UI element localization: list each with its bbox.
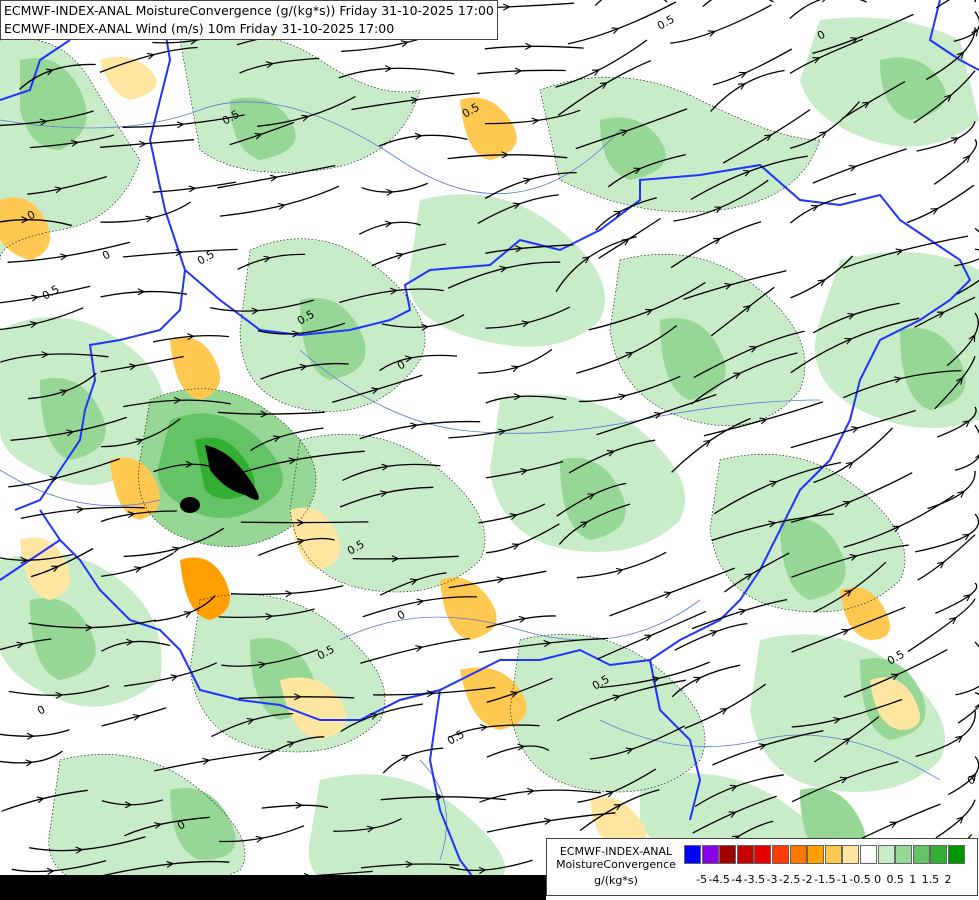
- legend-tick: 2: [944, 873, 952, 886]
- legend-swatch: [684, 845, 701, 864]
- legend-unit: g/(kg*s): [594, 874, 638, 887]
- title-line-moisture: ECMWF-INDEX-ANAL MoistureConvergence (g/…: [4, 3, 494, 18]
- legend-tick: 1.5: [921, 873, 940, 886]
- streamline: [240, 521, 369, 524]
- legend-tick: 0.5: [886, 873, 904, 886]
- legend-tick: -3: [766, 873, 778, 886]
- legend-swatch: [842, 845, 860, 864]
- legend-tick: 1: [909, 873, 917, 886]
- legend-label: ECMWF-INDEX-ANAL MoistureConvergence g/(…: [551, 845, 681, 887]
- legend-swatch: [860, 845, 877, 864]
- legend-swatch: [789, 845, 807, 864]
- title-line-wind: ECMWF-INDEX-ANAL Wind (m/s) 10m Friday 3…: [4, 21, 395, 36]
- legend-tick: -4.5: [708, 873, 730, 886]
- legend-tick: -5: [696, 873, 708, 886]
- legend-tick: -2.5: [778, 873, 801, 886]
- map-title: ECMWF-INDEX-ANAL MoistureConvergence (g/…: [0, 0, 498, 40]
- legend-swatch: [719, 845, 737, 864]
- legend-tick: -4: [731, 873, 743, 886]
- legend-swatch: [736, 845, 754, 864]
- legend-tick: -1: [836, 873, 848, 886]
- legend-tick: -3.5: [743, 873, 766, 886]
- legend-swatch: [912, 845, 930, 864]
- legend-tick: -1.5: [814, 873, 836, 886]
- legend-swatch: [948, 845, 965, 864]
- legend-swatch: [877, 845, 895, 864]
- legend-model: ECMWF-INDEX-ANAL: [559, 845, 673, 858]
- legend-swatch: [824, 845, 842, 864]
- legend-swatch: [895, 845, 913, 864]
- legend-tick: -0.5: [849, 873, 871, 886]
- weather-map: 0.500.50.500.50.500.500.500.50.50.500.50…: [0, 0, 979, 900]
- legend-swatch: [701, 845, 719, 864]
- legend-swatch: [772, 845, 789, 864]
- legend-swatch: [930, 845, 948, 864]
- color-legend: ECMWF-INDEX-ANAL MoistureConvergence g/(…: [546, 838, 978, 896]
- legend-swatch: [807, 845, 825, 864]
- bottom-black-bar: [0, 875, 546, 900]
- legend-field: MoistureConvergence: [556, 858, 676, 871]
- legend-tick: 0: [874, 873, 882, 886]
- legend-swatch: [754, 845, 772, 864]
- legend-tick: -2: [801, 873, 813, 886]
